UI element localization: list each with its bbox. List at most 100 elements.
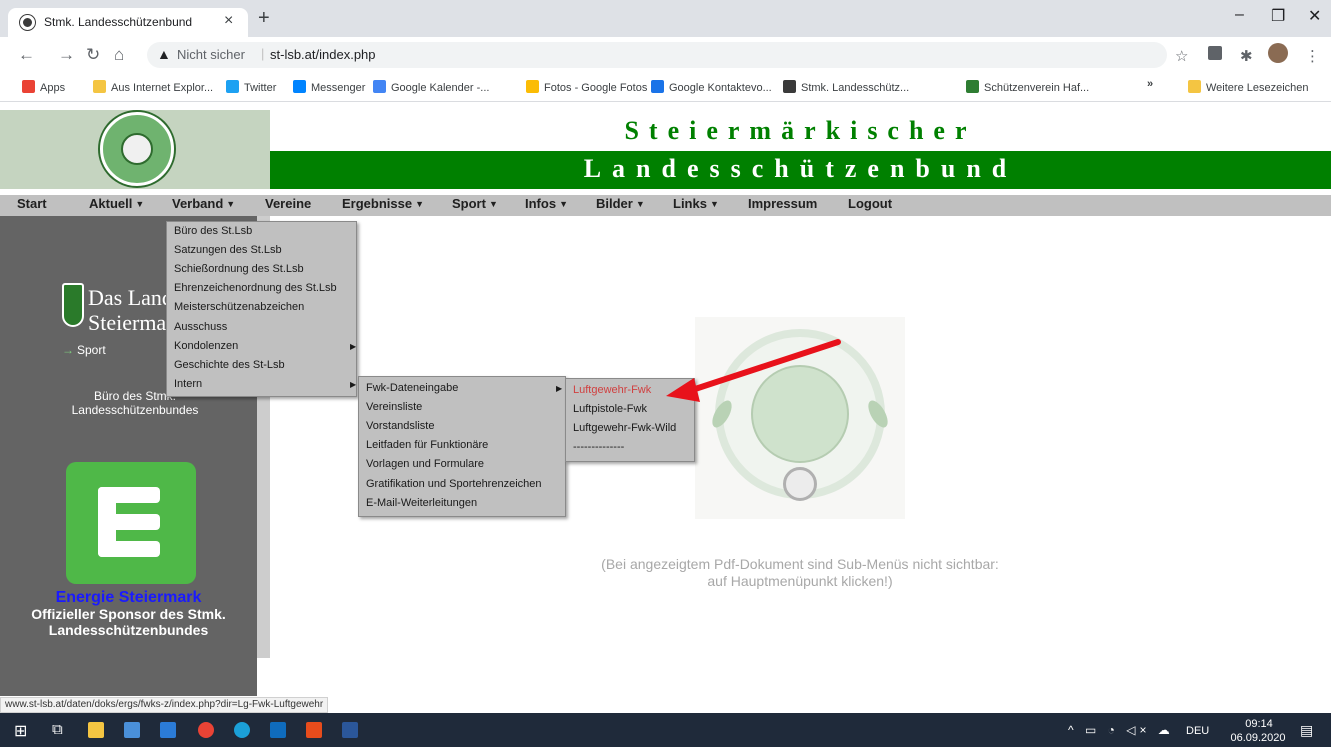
url-text[interactable]: st-lsb.at/index.php: [270, 47, 376, 62]
bookmark-item[interactable]: Fotos - Google Fotos: [526, 80, 647, 94]
clock-time[interactable]: 09:14: [1234, 718, 1284, 730]
more-menu-icon[interactable]: ⋮: [1305, 47, 1320, 65]
language-indicator[interactable]: DEU: [1186, 725, 1209, 737]
reload-icon[interactable]: ↻: [86, 45, 100, 65]
restore-button[interactable]: ❐: [1271, 6, 1285, 26]
menu-item[interactable]: Fwk-Dateneingabe: [366, 382, 458, 394]
nav-item-verband[interactable]: Verband ▼: [172, 196, 235, 211]
menu-item[interactable]: Intern: [174, 378, 202, 390]
nav-item-vereine[interactable]: Vereine: [265, 196, 311, 211]
browser-tab[interactable]: Stmk. Landesschützenbund ×: [8, 8, 248, 37]
menu-item[interactable]: Meisterschützenabzeichen: [174, 301, 304, 313]
nav-item-aktuell[interactable]: Aktuell ▼: [89, 196, 144, 211]
menu-item[interactable]: Ausschuss: [174, 321, 227, 333]
chrome-icon[interactable]: [198, 722, 214, 738]
window-close-button[interactable]: ✕: [1308, 6, 1321, 26]
bookmark-label: Stmk. Landesschütz...: [801, 82, 910, 94]
menu-item[interactable]: Schießordnung des St.Lsb: [174, 263, 304, 275]
windows-start-icon[interactable]: ⊞: [14, 721, 27, 741]
menu-item[interactable]: Gratifikation und Sportehrenzeichen: [366, 478, 542, 490]
nav-label: Aktuell: [89, 196, 133, 211]
menu-item[interactable]: Luftpistole-Fwk: [573, 403, 647, 415]
menu-item[interactable]: Satzungen des St.Lsb: [174, 244, 282, 256]
tab-close-icon[interactable]: ×: [224, 12, 233, 30]
menu-item[interactable]: Vorlagen und Formulare: [366, 458, 484, 470]
header-title-line1: Steiermärkischer: [270, 110, 1331, 151]
extension-icon[interactable]: [1208, 46, 1222, 60]
clock-date[interactable]: 06.09.2020: [1226, 732, 1290, 744]
nav-item-bilder[interactable]: Bilder ▼: [596, 196, 645, 211]
nav-item-logout[interactable]: Logout: [848, 196, 892, 211]
nav-label: Logout: [848, 196, 893, 211]
menu-item[interactable]: --------------: [573, 441, 624, 453]
address-bar[interactable]: ▲ Nicht sicher | st-lsb.at/index.php: [147, 42, 1167, 68]
menu-item[interactable]: E-Mail-Weiterleitungen: [366, 497, 477, 509]
nav-label: Infos: [525, 196, 557, 211]
red-annotation-arrow: [666, 339, 841, 402]
bookmarks-overflow-button[interactable]: »: [1147, 78, 1153, 90]
nav-item-sport[interactable]: Sport ▼: [452, 196, 498, 211]
windows-taskbar: ⊞ ⧉ ^ ▭ ◔ ◁× ☁ DEU 09:14 06.09.2020 ▤: [0, 713, 1331, 747]
nav-item-ergebnisse[interactable]: Ergebnisse ▼: [342, 196, 424, 211]
security-label[interactable]: Nicht sicher: [177, 47, 245, 62]
submenu-arrow-icon: ▶: [350, 341, 357, 351]
menu-item[interactable]: Kondolenzen: [174, 340, 238, 352]
outlook-icon[interactable]: [270, 722, 286, 738]
nav-item-impressum[interactable]: Impressum: [748, 196, 817, 211]
menu-item[interactable]: Vorstandsliste: [366, 420, 434, 432]
warning-icon[interactable]: ▲: [157, 46, 171, 62]
bookmark-item[interactable]: Twitter: [226, 80, 276, 94]
notification-icon[interactable]: ▤: [1300, 722, 1313, 739]
main-navigation: Start Aktuell ▼ Verband ▼ Vereine Ergebnisse ▼ S…: [0, 195, 1331, 216]
nav-label: Ergebnisse: [342, 196, 413, 211]
steiermark-shield-icon: [62, 283, 84, 327]
app-icon[interactable]: [160, 722, 176, 738]
caret-down-icon: ▼: [226, 199, 236, 209]
home-icon[interactable]: ⌂: [114, 45, 124, 65]
bookmark-item[interactable]: Stmk. Landesschütz...: [783, 80, 909, 94]
lsb-seal-logo[interactable]: [100, 112, 174, 186]
menu-item[interactable]: Leitfaden für Funktionäre: [366, 439, 488, 451]
nav-label: Vereine: [265, 196, 312, 211]
menu-item[interactable]: Vereinsliste: [366, 401, 422, 413]
bookmark-item[interactable]: Apps: [22, 80, 65, 94]
land-logo-line1[interactable]: Das Land: [88, 285, 173, 311]
caret-down-icon: ▼: [488, 199, 498, 209]
extensions-puzzle-icon[interactable]: ✱: [1240, 47, 1253, 65]
bookmark-item[interactable]: Google Kontaktevo...: [651, 80, 772, 94]
forward-arrow-icon[interactable]: →: [58, 45, 75, 65]
nav-item-links[interactable]: Links ▼: [673, 196, 719, 211]
bookmark-item[interactable]: Messenger: [293, 80, 365, 94]
task-view-icon[interactable]: ⧉: [52, 721, 63, 738]
office-icon[interactable]: [306, 722, 322, 738]
apps-grid-icon: [22, 80, 35, 93]
back-arrow-icon[interactable]: ←: [18, 45, 35, 65]
nav-label: Sport: [452, 196, 486, 211]
menu-item[interactable]: Luftgewehr-Fwk: [573, 384, 651, 396]
other-bookmarks[interactable]: Weitere Lesezeichen: [1188, 80, 1309, 94]
profile-avatar[interactable]: [1268, 43, 1288, 63]
nav-item-infos[interactable]: Infos ▼: [525, 196, 568, 211]
new-tab-button[interactable]: +: [258, 7, 270, 30]
menu-item[interactable]: Ehrenzeichenordnung des St.Lsb: [174, 282, 337, 294]
bookmark-item[interactable]: Schützenverein Haf...: [966, 80, 1089, 94]
bookmark-label: Fotos - Google Fotos: [544, 82, 648, 94]
bookmark-item[interactable]: Aus Internet Explor...: [93, 80, 213, 94]
bookmark-label: Messenger: [311, 82, 366, 94]
menu-item[interactable]: Geschichte des St-Lsb: [174, 359, 285, 371]
system-tray-icons[interactable]: ^ ▭ ◔ ◁× ☁: [1068, 723, 1174, 737]
edge-icon[interactable]: [234, 722, 250, 738]
menu-item[interactable]: Büro des St.Lsb: [174, 225, 252, 237]
nav-label: Verband: [172, 196, 224, 211]
bookmark-item[interactable]: Google Kalender -...: [373, 80, 489, 94]
minimize-button[interactable]: –: [1235, 6, 1244, 24]
word-icon[interactable]: [342, 722, 358, 738]
file-explorer-icon[interactable]: [88, 722, 104, 738]
seal-icon: [783, 80, 796, 93]
menu-item[interactable]: Luftgewehr-Fwk-Wild: [573, 422, 676, 434]
site-favicon-icon: [20, 15, 35, 30]
store-icon[interactable]: [124, 722, 140, 738]
nav-item-start[interactable]: Start: [17, 196, 47, 211]
land-logo-sport[interactable]: → Sport: [62, 343, 106, 357]
bookmark-star-icon[interactable]: ☆: [1175, 47, 1188, 65]
